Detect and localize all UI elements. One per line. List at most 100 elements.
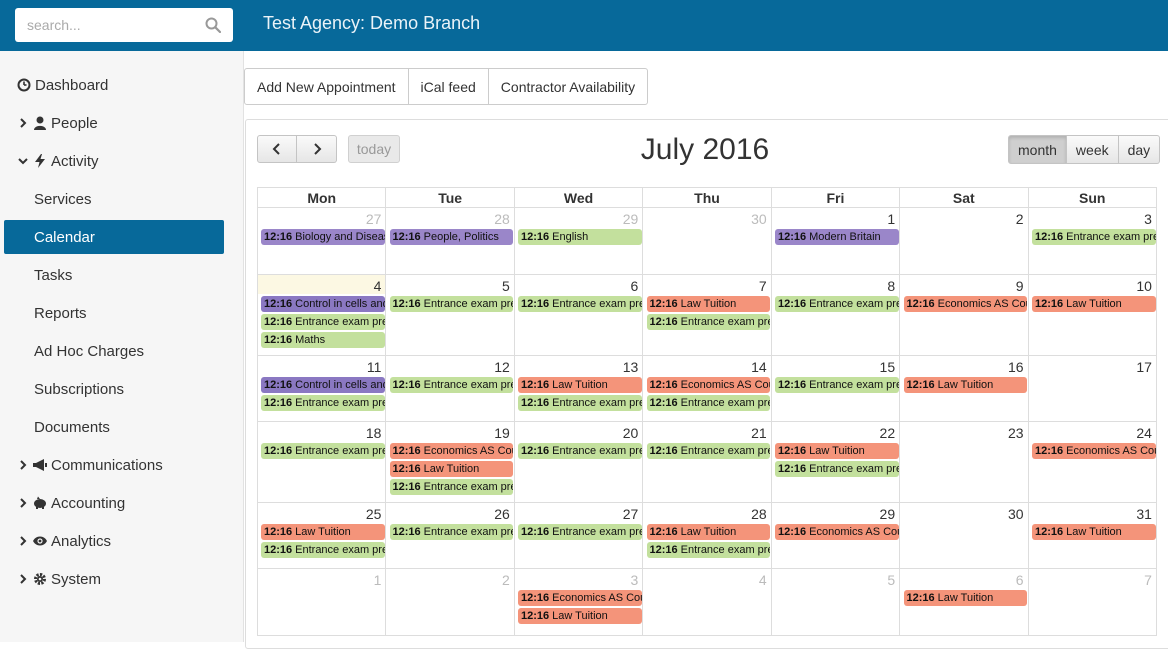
event-title: Law Tuition	[680, 526, 737, 538]
calendar-event[interactable]: 12:16 Law Tuition	[1032, 524, 1156, 540]
calendar-day-cell[interactable]: 7	[1028, 569, 1157, 636]
calendar-event[interactable]: 12:16Entrance exam preparation	[646, 542, 770, 558]
month-view-button[interactable]: month	[1008, 135, 1067, 164]
calendar-event[interactable]: 12:16 Law Tuition	[903, 377, 1027, 393]
calendar-event[interactable]: 12:16Entrance exam preparation	[389, 377, 513, 393]
contractor-availability-button[interactable]: Contractor Availability	[489, 69, 647, 104]
calendar-event[interactable]: 12:16Entrance exam preparation	[646, 314, 770, 330]
calendar-event[interactable]: 12:16 Law Tuition	[518, 608, 642, 624]
calendar-event[interactable]: 12:16Entrance exam preparation	[646, 395, 770, 411]
calendar-day-cell[interactable]: 30	[900, 503, 1029, 569]
sidebar-item-tasks[interactable]: Tasks	[4, 258, 224, 292]
ical-feed-button[interactable]: iCal feed	[409, 69, 489, 104]
next-month-button[interactable]	[297, 135, 337, 163]
calendar-day-cell[interactable]: 5	[386, 275, 515, 356]
day-number: 22	[879, 425, 896, 441]
calendar-event[interactable]: 12:16 Law Tuition	[903, 590, 1027, 606]
calendar-event[interactable]: 12:16Entrance exam preparation	[389, 524, 513, 540]
calendar-day-cell[interactable]: 6	[514, 275, 644, 356]
calendar-day-cell[interactable]: 9	[900, 275, 1029, 356]
sidebar-item-accounting[interactable]: Accounting	[4, 486, 224, 520]
calendar-event[interactable]: 12:16Entrance exam preparation	[389, 296, 513, 312]
calendar-event[interactable]: 12:16 Law Tuition	[261, 524, 385, 540]
calendar-event[interactable]: 12:16Entrance exam preparation	[261, 395, 385, 411]
calendar-event[interactable]: 12:16Control in cells and organisms	[261, 377, 385, 393]
calendar-day-cell[interactable]: 10	[1028, 275, 1157, 356]
calendar-event[interactable]: 12:16Economics AS Coursework	[646, 377, 770, 393]
calendar-day-cell[interactable]: 2	[900, 208, 1029, 275]
sidebar-item-documents[interactable]: Documents	[4, 410, 224, 444]
sidebar-item-dashboard[interactable]: Dashboard	[4, 68, 224, 102]
sidebar-item-calendar[interactable]: Calendar	[4, 220, 224, 254]
event-title: Entrance exam preparation	[423, 481, 513, 493]
calendar-day-cell[interactable]: 21	[643, 422, 772, 503]
calendar-event[interactable]: 12:16Entrance exam preparation	[775, 296, 899, 312]
sidebar-item-ad-hoc-charges[interactable]: Ad Hoc Charges	[4, 334, 224, 368]
sidebar-item-services[interactable]: Services	[4, 182, 224, 216]
sidebar-item-people[interactable]: People	[4, 106, 224, 140]
calendar-event[interactable]: 12:16Economics AS Coursework	[389, 443, 513, 459]
calendar-event[interactable]: 12:16Control in cells and organisms	[261, 296, 385, 312]
day-number: 4	[373, 278, 382, 294]
calendar-event[interactable]: 12:16Entrance exam preparation	[261, 542, 385, 558]
calendar-event[interactable]: 12:16Entrance exam preparation	[518, 443, 642, 459]
prev-month-button[interactable]	[257, 135, 297, 163]
calendar-week-row: 1112131415161712:16Control in cells and …	[257, 356, 1157, 422]
search-icon[interactable]	[205, 17, 221, 33]
add-appointment-button[interactable]: Add New Appointment	[245, 69, 409, 104]
calendar-event[interactable]: 12:16Entrance exam preparation	[261, 443, 385, 459]
day-number: 21	[751, 425, 767, 441]
calendar-event[interactable]: 12:16Economics AS Coursework	[518, 590, 642, 606]
sidebar-item-system[interactable]: System	[4, 562, 224, 596]
event-time: 12:16	[649, 298, 678, 310]
sidebar-item-subscriptions[interactable]: Subscriptions	[4, 372, 224, 406]
calendar-event[interactable]: 12:16 English	[518, 229, 642, 245]
calendar-day-cell[interactable]: 18	[258, 422, 387, 503]
calendar-day-cell[interactable]: 23	[900, 422, 1029, 503]
calendar-event[interactable]: 12:16 Law Tuition	[1032, 296, 1156, 312]
calendar-event[interactable]: 12:16 Law Tuition	[389, 461, 513, 477]
calendar-event[interactable]: 12:16Entrance exam preparation	[389, 479, 513, 495]
week-view-button[interactable]: week	[1066, 135, 1119, 164]
calendar-event[interactable]: 12:16Entrance exam preparation	[518, 524, 642, 540]
event-time: 12:16	[264, 397, 293, 409]
calendar-event[interactable]: 12:16Entrance exam preparation	[775, 377, 899, 393]
calendar-day-cell[interactable]: 24	[1028, 422, 1157, 503]
calendar-day-cell[interactable]: 5	[771, 569, 901, 636]
calendar-week-row: 123456712:16Economics AS Coursework12:16…	[257, 569, 1157, 636]
calendar-event[interactable]: 12:16Biology and Disease	[261, 229, 385, 245]
today-highlight	[258, 275, 386, 294]
calendar-day-cell[interactable]: 8	[771, 275, 901, 356]
calendar-event[interactable]: 12:16Entrance exam preparation	[1032, 229, 1156, 245]
calendar-event[interactable]: 12:16Entrance exam preparation	[261, 314, 385, 330]
sidebar-item-communications[interactable]: Communications	[4, 448, 224, 482]
calendar-event[interactable]: 12:16 People, Politics	[389, 229, 513, 245]
calendar-event[interactable]: 12:16Economics AS Coursework	[903, 296, 1027, 312]
calendar-day-cell[interactable]: 2	[386, 569, 515, 636]
search-input[interactable]	[15, 8, 205, 42]
calendar-day-cell[interactable]: 20	[514, 422, 644, 503]
calendar-event[interactable]: 12:16Economics AS Coursework	[775, 524, 899, 540]
calendar-event[interactable]: 12:16Entrance exam preparation	[518, 395, 642, 411]
calendar-event[interactable]: 12:16Entrance exam preparation	[646, 443, 770, 459]
calendar-day-cell[interactable]: 30	[643, 208, 772, 275]
search-box	[15, 8, 233, 42]
calendar-day-cell[interactable]: 1	[258, 569, 387, 636]
sidebar-item-reports[interactable]: Reports	[4, 296, 224, 330]
calendar-event[interactable]: 12:16 Maths	[261, 332, 385, 348]
sidebar-item-activity[interactable]: Activity	[4, 144, 224, 178]
calendar-event[interactable]: 12:16Entrance exam preparation	[775, 461, 899, 477]
today-button[interactable]: today	[348, 135, 400, 163]
calendar-day-cell[interactable]: 4	[643, 569, 772, 636]
day-view-button[interactable]: day	[1118, 135, 1161, 164]
calendar-event[interactable]: 12:16 Law Tuition	[775, 443, 899, 459]
calendar-event[interactable]: 12:16 Law Tuition	[646, 296, 770, 312]
calendar-event[interactable]: 12:16Entrance exam preparation	[518, 296, 642, 312]
calendar-event[interactable]: 12:16 Law Tuition	[646, 524, 770, 540]
calendar-event[interactable]: 12:16Economics AS Coursework	[1032, 443, 1156, 459]
event-time: 12:16	[521, 397, 550, 409]
calendar-event[interactable]: 12:16 Law Tuition	[518, 377, 642, 393]
calendar-day-cell[interactable]: 17	[1028, 356, 1157, 422]
sidebar-item-analytics[interactable]: Analytics	[4, 524, 224, 558]
calendar-event[interactable]: 12:16 Modern Britain	[775, 229, 899, 245]
